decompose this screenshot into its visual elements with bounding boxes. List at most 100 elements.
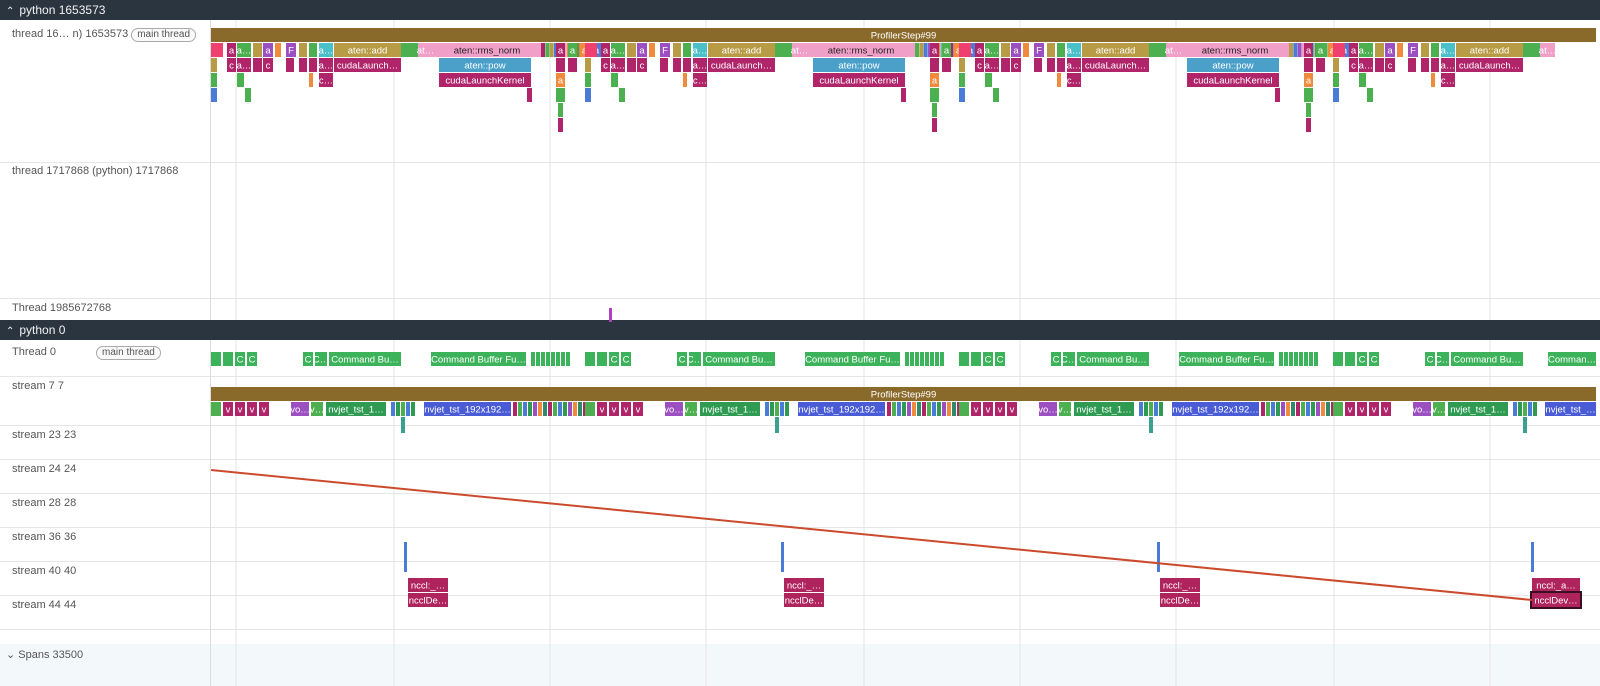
kernel-slice[interactable] [513, 402, 517, 416]
command-slice[interactable] [1314, 352, 1318, 366]
op-slice[interactable]: a [1385, 43, 1395, 57]
op-slice[interactable] [309, 58, 317, 72]
op-slice[interactable] [627, 43, 636, 57]
nvjet-192-slice[interactable]: nvjet_tst_192x192… [424, 402, 511, 416]
command-slice[interactable]: C [303, 352, 313, 366]
op-slice[interactable]: c [1349, 58, 1358, 72]
op-slice[interactable]: a [601, 43, 610, 57]
op-slice[interactable] [932, 118, 937, 132]
op-slice[interactable] [1359, 73, 1366, 87]
op-slice[interactable] [1057, 58, 1065, 72]
nvjet-slice[interactable]: nvjet_tst_1… [700, 402, 760, 416]
aten-pow-slice[interactable]: aten::pow [813, 58, 905, 72]
op-slice[interactable]: c… [319, 73, 333, 87]
nvjet-slice[interactable]: nvjet_tst_1… [326, 402, 386, 416]
kernel-slice[interactable]: v… [684, 402, 698, 416]
kernel-slice[interactable]: v [995, 402, 1005, 416]
command-slice[interactable]: C… [687, 352, 703, 366]
op-slice[interactable] [585, 73, 591, 87]
op-slice[interactable] [901, 88, 906, 102]
kernel-slice[interactable] [887, 402, 891, 416]
nccl-device-slice[interactable]: ncclDe… [1160, 593, 1200, 607]
op-slice[interactable] [775, 43, 792, 57]
stream36-marker[interactable] [404, 542, 407, 572]
kernel-slice[interactable] [553, 402, 557, 416]
command-slice[interactable] [925, 352, 929, 366]
kernel-slice[interactable] [538, 402, 542, 416]
op-slice[interactable] [915, 43, 919, 57]
op-slice[interactable] [930, 58, 939, 72]
op-slice[interactable] [1375, 43, 1384, 57]
kernel-slice[interactable]: v [223, 402, 233, 416]
command-slice[interactable] [1299, 352, 1303, 366]
op-slice[interactable]: a… [1441, 58, 1456, 72]
op-slice[interactable] [527, 88, 532, 102]
aten-add-slice[interactable]: aten::add [1456, 43, 1523, 57]
op-slice[interactable] [558, 103, 563, 117]
op-slice[interactable] [309, 43, 317, 57]
command-buffer-slice[interactable]: Command Bu… [1451, 352, 1523, 366]
aten-rms-norm-slice[interactable]: aten::rms_norm [1181, 43, 1289, 57]
op-slice[interactable]: a… [1441, 43, 1456, 57]
op-slice[interactable] [1304, 58, 1313, 72]
kernel-slice[interactable] [1301, 402, 1305, 416]
cuda-launch-slice[interactable]: cudaLaunch… [1456, 58, 1523, 72]
op-slice[interactable]: at… [1165, 43, 1182, 57]
op-slice[interactable] [959, 88, 965, 102]
command-slice[interactable] [1345, 352, 1355, 366]
kernel-slice[interactable] [1261, 402, 1265, 416]
command-buffer-slice[interactable]: Comman… [1548, 352, 1596, 366]
op-slice[interactable] [558, 118, 563, 132]
op-slice[interactable] [1306, 103, 1311, 117]
kernel-slice[interactable] [1139, 402, 1143, 416]
kernel-slice[interactable] [912, 402, 916, 416]
op-slice[interactable]: F [286, 43, 296, 57]
op-slice[interactable] [619, 88, 625, 102]
kernel-slice[interactable] [1306, 402, 1310, 416]
command-slice[interactable] [930, 352, 934, 366]
kernel-slice[interactable]: v [1007, 402, 1017, 416]
op-slice[interactable]: c [975, 58, 984, 72]
kernel-slice[interactable]: vo… [664, 402, 684, 416]
command-slice[interactable] [556, 352, 560, 366]
kernel-slice[interactable] [922, 402, 926, 416]
kernel-slice[interactable] [523, 402, 527, 416]
op-slice[interactable]: a… [237, 43, 252, 57]
command-buffer-slice[interactable]: Command Bu… [1077, 352, 1149, 366]
op-slice[interactable] [309, 73, 313, 87]
kernel-slice[interactable] [1523, 402, 1527, 416]
kernel-marker-slice[interactable] [775, 417, 779, 433]
op-slice[interactable] [1333, 88, 1339, 102]
command-slice[interactable] [597, 352, 607, 366]
kernel-slice[interactable]: v… [310, 402, 324, 416]
kernel-slice[interactable]: vo… [1412, 402, 1432, 416]
nvjet-slice[interactable]: nvjet_tst_1… [1074, 402, 1134, 416]
command-slice[interactable] [910, 352, 914, 366]
command-slice[interactable]: C [247, 352, 257, 366]
command-slice[interactable] [551, 352, 555, 366]
op-slice[interactable]: c… [1067, 73, 1081, 87]
op-slice[interactable] [1431, 43, 1439, 57]
aten-rms-norm-slice[interactable]: aten::rms_norm [807, 43, 915, 57]
op-slice[interactable] [299, 58, 307, 72]
kernel-marker-slice[interactable] [1149, 417, 1153, 433]
op-slice[interactable] [1057, 73, 1061, 87]
op-slice[interactable] [942, 58, 951, 72]
op-slice[interactable]: c [601, 58, 610, 72]
kernel-slice[interactable] [411, 402, 415, 416]
op-slice[interactable] [1431, 73, 1435, 87]
op-slice[interactable]: a [1316, 43, 1325, 57]
command-slice[interactable] [546, 352, 550, 366]
kernel-slice[interactable] [573, 402, 577, 416]
op-slice[interactable] [1275, 88, 1280, 102]
op-slice[interactable]: a [942, 43, 951, 57]
kernel-slice[interactable] [528, 402, 532, 416]
kernel-slice[interactable] [1149, 402, 1153, 416]
op-slice[interactable]: a [1304, 43, 1313, 57]
nccl-device-slice[interactable]: ncclDe… [408, 593, 448, 607]
kernel-slice[interactable] [932, 402, 936, 416]
op-slice[interactable]: c… [693, 73, 707, 87]
kernel-slice[interactable] [952, 402, 956, 416]
command-slice[interactable] [959, 352, 969, 366]
profiler-step-stream-slice[interactable]: ProfilerStep#99 [211, 387, 1596, 401]
